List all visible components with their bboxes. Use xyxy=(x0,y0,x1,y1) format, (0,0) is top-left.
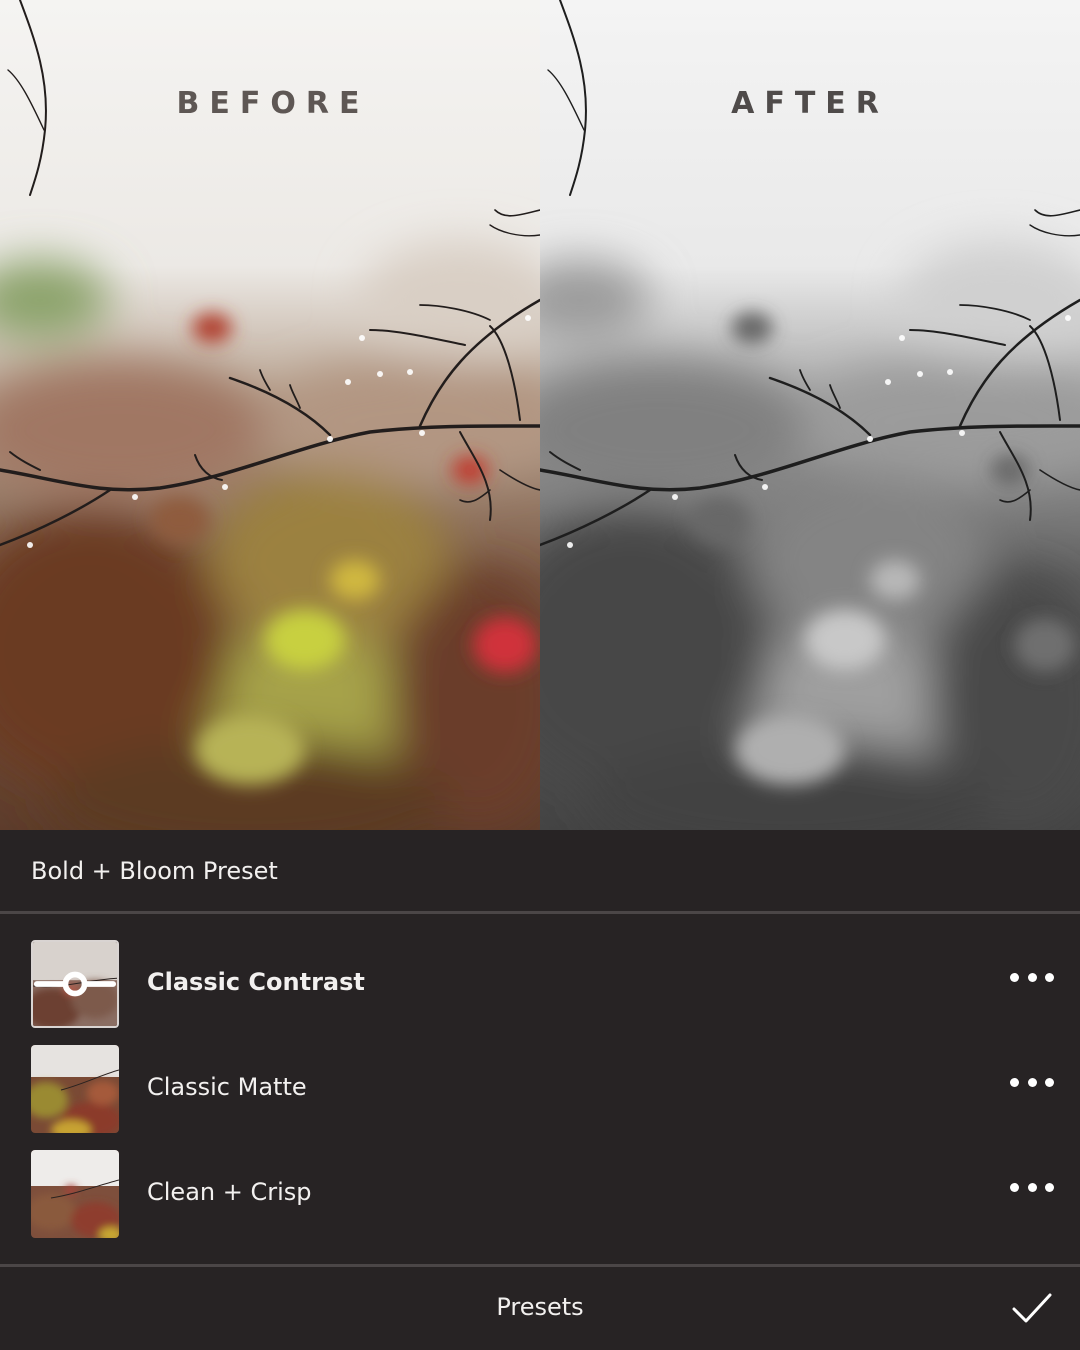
after-photo: AFTER xyxy=(540,0,1080,830)
after-label: AFTER xyxy=(731,86,889,121)
preset-thumbnail[interactable] xyxy=(31,940,119,1028)
after-image xyxy=(540,0,1080,830)
bottom-bar: Presets xyxy=(0,1267,1080,1350)
before-after-comparison: BEFORE AFTER xyxy=(0,0,1080,830)
slider-adjust-icon xyxy=(33,971,117,997)
thumbnail-image xyxy=(31,1045,119,1133)
preset-item-classic-matte[interactable]: Classic Matte xyxy=(0,1043,1080,1133)
preset-panel: Bold + Bloom Preset Classic Contrast Cla… xyxy=(0,830,1080,1350)
before-photo: BEFORE xyxy=(0,0,540,830)
preset-item-clean-crisp[interactable]: Clean + Crisp xyxy=(0,1148,1080,1238)
checkmark-icon[interactable] xyxy=(1010,1289,1054,1327)
preset-thumbnail[interactable] xyxy=(31,1045,119,1133)
preset-name: Classic Contrast xyxy=(147,968,365,996)
more-options-icon[interactable] xyxy=(1010,1176,1054,1198)
thumbnail-image xyxy=(31,1150,119,1238)
divider xyxy=(0,911,1080,914)
preset-item-classic-contrast[interactable]: Classic Contrast xyxy=(0,938,1080,1028)
more-options-icon[interactable] xyxy=(1010,1071,1054,1093)
presets-tab-title: Presets xyxy=(496,1293,584,1321)
more-options-icon[interactable] xyxy=(1010,966,1054,988)
before-image xyxy=(0,0,540,830)
preset-group-title: Bold + Bloom Preset xyxy=(31,857,278,885)
before-label: BEFORE xyxy=(176,86,370,121)
preset-name: Classic Matte xyxy=(147,1073,307,1101)
preset-name: Clean + Crisp xyxy=(147,1178,312,1206)
preset-thumbnail[interactable] xyxy=(31,1150,119,1238)
